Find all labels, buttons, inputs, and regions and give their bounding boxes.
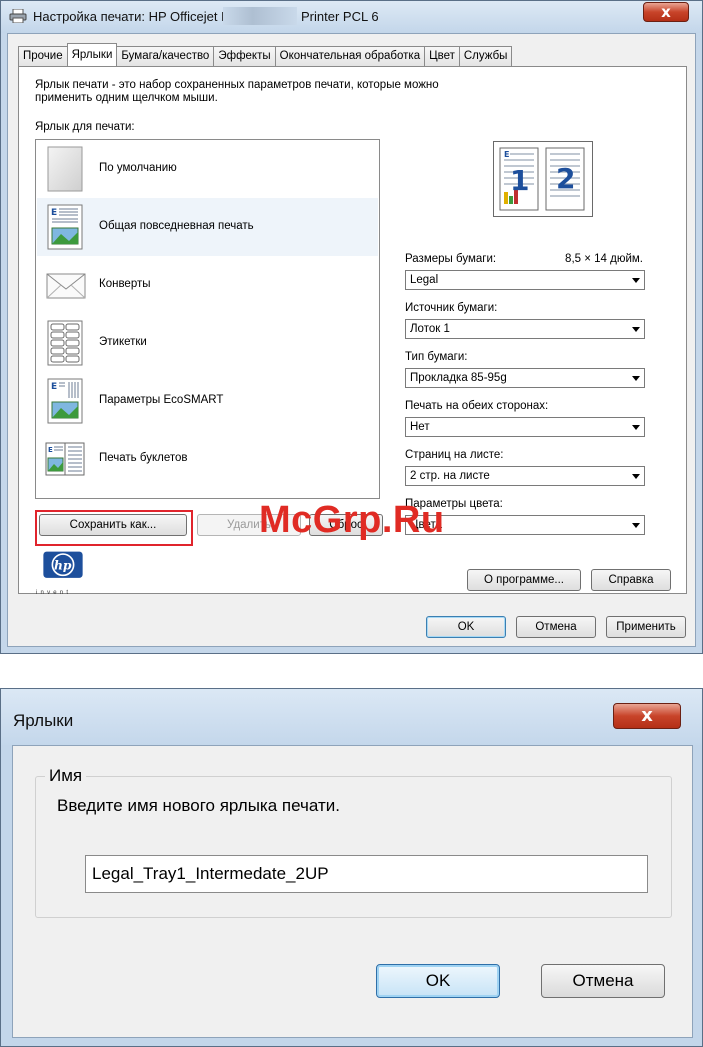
duplex-value: Нет	[410, 421, 430, 433]
svg-text:hp: hp	[54, 558, 72, 573]
paper-source-label: Источник бумаги:	[405, 302, 498, 314]
list-item-default[interactable]: По умолчанию	[37, 140, 378, 198]
blank-page-icon	[47, 146, 83, 192]
ok-button[interactable]: OK	[376, 964, 500, 998]
tab-other[interactable]: Прочие	[18, 46, 68, 66]
chevron-down-icon	[632, 474, 640, 479]
paper-size-label: Размеры бумаги:	[405, 253, 497, 265]
chevron-down-icon	[632, 523, 640, 528]
list-item-label: Печать буклетов	[99, 452, 188, 464]
paper-source-value: Лоток 1	[410, 323, 450, 335]
chevron-down-icon	[632, 425, 640, 430]
paper-type-value: Прокладка 85-95g	[410, 372, 507, 384]
window-title: Настройка печати: HP Officejet Pro	[33, 9, 242, 24]
chevron-down-icon	[632, 278, 640, 283]
window-title: Ярлыки	[13, 711, 74, 730]
dialog-client: Имя Введите имя нового ярлыка печати. OK…	[12, 745, 693, 1038]
list-item-booklet[interactable]: E Печать буклетов	[37, 430, 378, 488]
pages-per-sheet-label: Страниц на листе:	[405, 449, 504, 461]
cancel-button[interactable]: Отмена	[541, 964, 665, 998]
list-item-label: Конверты	[99, 278, 151, 290]
paper-size-dimensions: 8,5 × 14 дюйм.	[565, 253, 643, 265]
close-button[interactable]: x	[643, 2, 689, 22]
group-label: Имя	[45, 766, 87, 786]
shortcut-name-input[interactable]	[85, 855, 648, 893]
list-item-everyday[interactable]: E Общая повседневная печать	[37, 198, 378, 256]
paper-type-select[interactable]: Прокладка 85-95g	[405, 368, 645, 388]
hp-logo-icon: hp	[43, 551, 83, 578]
list-item-label: Параметры EcoSMART	[99, 394, 224, 406]
tab-strip: Прочие Ярлыки Бумага/качество Эффекты Ок…	[18, 43, 513, 66]
tab-paper-quality[interactable]: Бумага/качество	[116, 46, 215, 66]
tab-effects[interactable]: Эффекты	[213, 46, 276, 66]
help-button[interactable]: Справка	[591, 569, 671, 591]
paper-source-select[interactable]: Лоток 1	[405, 319, 645, 339]
hp-invent-text: invent	[36, 590, 72, 596]
close-button[interactable]: x	[613, 703, 681, 729]
duplex-select[interactable]: Нет	[405, 417, 645, 437]
tab-services[interactable]: Службы	[458, 46, 513, 66]
title-bar: Ярлыки x	[1, 689, 702, 745]
tab-finishing[interactable]: Окончательная обработка	[274, 46, 426, 66]
svg-text:E: E	[51, 382, 57, 392]
envelope-icon	[46, 273, 86, 299]
printer-icon	[9, 9, 27, 23]
tab-shortcuts[interactable]: Ярлыки	[66, 43, 118, 66]
shortcut-description: Ярлык печати - это набор сохраненных пар…	[35, 79, 439, 104]
apply-button[interactable]: Применить	[606, 616, 686, 638]
booklet-icon: E	[45, 442, 85, 476]
prompt-text: Введите имя нового ярлыка печати.	[57, 796, 340, 815]
duplex-label: Печать на обеих сторонах:	[405, 400, 549, 412]
paper-type-label: Тип бумаги:	[405, 351, 468, 363]
paper-size-value: Legal	[410, 274, 439, 286]
watermark: McGrp.Ru	[259, 499, 445, 541]
about-button[interactable]: О программе...	[467, 569, 581, 591]
print-settings-window: Настройка печати: HP Officejet Pro Print…	[0, 0, 703, 654]
redacted-model	[223, 7, 297, 25]
list-item-label: Этикетки	[99, 336, 147, 348]
paper-size-row: Размеры бумаги: 8,5 × 14 дюйм.	[405, 253, 645, 267]
title-bar: Настройка печати: HP Officejet Pro Print…	[1, 1, 702, 33]
list-item-label: По умолчанию	[99, 162, 177, 174]
list-item-labels[interactable]: Этикетки	[37, 314, 378, 372]
tab-color[interactable]: Цвет	[424, 46, 460, 66]
page-preview: E 1 2	[493, 141, 593, 217]
svg-text:E: E	[51, 208, 57, 218]
preview-page-2-number: 2	[556, 162, 576, 195]
paper-size-select[interactable]: Legal	[405, 270, 645, 290]
cancel-button[interactable]: Отмена	[516, 616, 596, 638]
pages-per-sheet-select[interactable]: 2 стр. на листе	[405, 466, 645, 486]
preview-page-1-number: 1	[510, 164, 530, 197]
window-title-suffix: Printer PCL 6	[301, 9, 379, 24]
labels-icon	[47, 320, 83, 366]
shortcut-list[interactable]: По умолчанию E Общая повседневная печать	[35, 139, 380, 499]
ecosmart-document-icon: E	[47, 378, 83, 424]
list-item-envelopes[interactable]: Конверты	[37, 256, 378, 314]
dialog-client: Прочие Ярлыки Бумага/качество Эффекты Ок…	[7, 33, 696, 647]
chevron-down-icon	[632, 327, 640, 332]
list-item-ecosmart[interactable]: E Параметры EcoSMART	[37, 372, 378, 430]
save-as-button[interactable]: Сохранить как...	[39, 514, 187, 536]
shortcut-list-label: Ярлык для печати:	[35, 121, 135, 133]
two-up-preview-icon: E	[499, 147, 585, 211]
ok-button[interactable]: OK	[426, 616, 506, 638]
chevron-down-icon	[632, 376, 640, 381]
svg-text:E: E	[48, 446, 53, 454]
svg-text:E: E	[504, 150, 509, 159]
shortcut-name-window: Ярлыки x Имя Введите имя нового ярлыка п…	[0, 688, 703, 1047]
pages-per-sheet-value: 2 стр. на листе	[410, 470, 490, 482]
document-picture-icon: E	[47, 204, 83, 250]
list-item-label: Общая повседневная печать	[99, 220, 254, 232]
